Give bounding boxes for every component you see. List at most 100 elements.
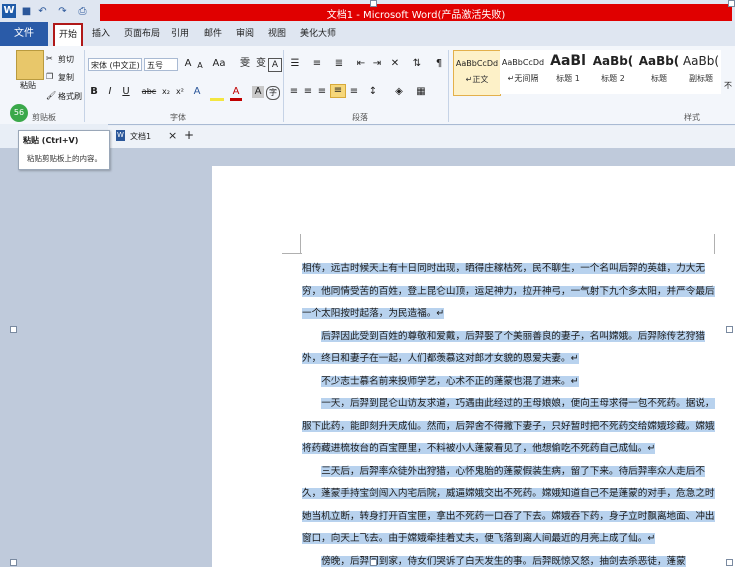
- bold-button[interactable]: B: [88, 86, 100, 98]
- font-name-select[interactable]: 宋体 (中文正): [88, 58, 142, 71]
- bullets-icon[interactable]: ☰: [288, 58, 302, 70]
- crop-mark: [300, 234, 301, 254]
- style-name: 标题: [651, 74, 667, 83]
- multilevel-list-icon[interactable]: ≣: [332, 58, 346, 70]
- sort-icon[interactable]: ⇅: [410, 58, 424, 70]
- paragraph-group-label: 段落: [352, 113, 368, 122]
- style-sample: AaBb(: [682, 54, 720, 68]
- undo-icon[interactable]: ↶: [36, 5, 49, 18]
- copy-icon[interactable]: ❐: [46, 72, 53, 81]
- style-title[interactable]: AaBb( 标题: [636, 50, 682, 94]
- line-spacing-icon[interactable]: ↕: [366, 86, 380, 98]
- font-color-button[interactable]: A: [230, 86, 242, 101]
- italic-button[interactable]: I: [104, 86, 116, 98]
- char-border-icon[interactable]: 变: [254, 58, 268, 70]
- tab-view[interactable]: 视图: [268, 22, 286, 46]
- style-no-spacing[interactable]: AaBbCcDd ↵无间隔: [500, 50, 546, 94]
- style-sample: AaBbCcDd: [501, 58, 545, 67]
- align-right-icon[interactable]: ≡: [316, 86, 328, 98]
- style-name: 标题 2: [601, 74, 625, 83]
- cut-button[interactable]: 剪切: [58, 54, 74, 65]
- decrease-indent-icon[interactable]: ⇤: [354, 58, 368, 70]
- cut-icon[interactable]: ✂: [46, 54, 53, 63]
- style-name: 副标题: [689, 74, 713, 83]
- subscript-button[interactable]: x₂: [160, 86, 172, 98]
- window-title: 文档1 - Microsoft Word(产品激活失败): [326, 10, 506, 21]
- save-icon[interactable]: ■: [20, 5, 33, 18]
- shading-icon[interactable]: ◈: [392, 86, 406, 98]
- paragraph[interactable]: 相传，远古时候天上有十日同时出现，晒得庄稼枯死，民不聊生，一个名叫后羿的英雄，力…: [302, 263, 715, 319]
- tab-references[interactable]: 引用: [171, 22, 189, 46]
- show-marks-icon[interactable]: ¶: [434, 58, 444, 70]
- paste-icon[interactable]: [16, 50, 44, 80]
- style-name: ↵正文: [465, 75, 489, 84]
- tab-beautify[interactable]: 美化大师: [300, 22, 336, 46]
- enclose-icon[interactable]: 字: [266, 86, 280, 100]
- close-tab-icon[interactable]: ×: [168, 129, 177, 142]
- document-body[interactable]: 相传，远古时候天上有十日同时出现，晒得庄稼枯死，民不聊生，一个名叫后羿的英雄，力…: [302, 258, 716, 567]
- format-painter-button[interactable]: 格式刷: [58, 91, 82, 102]
- copy-button[interactable]: 复制: [58, 72, 74, 83]
- group-divider: [448, 50, 449, 122]
- style-more[interactable]: 不: [724, 80, 732, 91]
- selection-handle[interactable]: [726, 326, 733, 333]
- tab-home[interactable]: 开始: [53, 23, 83, 48]
- group-divider: [84, 50, 85, 122]
- enclose-char-icon[interactable]: A: [268, 58, 282, 72]
- highlight-icon[interactable]: [210, 86, 224, 101]
- tab-review[interactable]: 审阅: [236, 22, 254, 46]
- selection-handle[interactable]: [370, 0, 377, 7]
- paragraph[interactable]: 三天后，后羿率众徒外出狩猎，心怀鬼胎的蓬蒙假装生病，留了下来。待后羿率众人走后不…: [302, 465, 715, 544]
- grow-font-button[interactable]: A: [182, 58, 194, 70]
- underline-button[interactable]: U: [120, 86, 132, 98]
- group-divider: [283, 50, 284, 122]
- selection-handle[interactable]: [10, 559, 17, 566]
- change-case-icon[interactable]: Aa: [212, 58, 226, 70]
- paragraph[interactable]: 后羿因此受到百姓的尊敬和爱戴，后羿娶了个美丽善良的妻子，名叫嫦娥。后羿除传艺狩猎…: [302, 330, 705, 364]
- style-heading-1[interactable]: AaBl 标题 1: [545, 50, 591, 94]
- superscript-button[interactable]: x²: [174, 86, 186, 98]
- ribbon-tab-row: [0, 22, 735, 47]
- tab-page-layout[interactable]: 页面布局: [124, 22, 160, 46]
- style-heading-2[interactable]: AaBb( 标题 2: [590, 50, 636, 94]
- shrink-font-button[interactable]: A: [195, 60, 205, 72]
- justify-icon[interactable]: ≡: [330, 84, 346, 98]
- style-sample: AaBbCcDd: [455, 59, 499, 68]
- style-subtitle[interactable]: AaBb( 副标题: [681, 50, 721, 94]
- redo-icon[interactable]: ↷: [56, 5, 69, 18]
- format-painter-icon[interactable]: 🖌: [46, 91, 56, 100]
- notification-badge: 56: [10, 104, 28, 122]
- strikethrough-button[interactable]: abc: [140, 86, 158, 98]
- tooltip-title: 粘贴 (Ctrl+V): [23, 136, 79, 145]
- align-left-icon[interactable]: ≡: [288, 86, 300, 98]
- document-tab[interactable]: 文档1: [130, 131, 151, 142]
- increase-indent-icon[interactable]: ⇥: [370, 58, 384, 70]
- selection-handle[interactable]: [370, 559, 377, 566]
- align-center-icon[interactable]: ≡: [302, 86, 314, 98]
- print-icon[interactable]: ⎙: [76, 5, 89, 18]
- paragraph[interactable]: 一天，后羿到昆仑山访友求道，巧遇由此经过的王母娘娘，便向王母求得一包不死药。据说…: [302, 398, 715, 454]
- style-sample: AaBb(: [638, 54, 680, 68]
- paragraph[interactable]: 不少志士慕名前来投师学艺，心术不正的蓬蒙也混了进来。↵: [321, 375, 579, 387]
- font-size-select[interactable]: 五号: [144, 58, 178, 71]
- tab-file[interactable]: 文件: [0, 22, 48, 46]
- selection-handle[interactable]: [10, 326, 17, 333]
- tab-mailings[interactable]: 邮件: [204, 22, 222, 46]
- borders-icon[interactable]: ▦: [414, 86, 428, 98]
- style-name: ↵无间隔: [507, 74, 539, 83]
- phonetic-guide-icon[interactable]: 雯: [238, 58, 252, 70]
- crop-mark: [282, 253, 302, 254]
- asian-layout-icon[interactable]: ✕: [388, 58, 402, 70]
- distributed-icon[interactable]: ≡: [348, 86, 360, 98]
- paste-button[interactable]: 粘贴: [20, 80, 36, 91]
- selection-handle[interactable]: [726, 559, 733, 566]
- add-tab-icon[interactable]: +: [184, 128, 194, 142]
- paste-tooltip: 粘贴 (Ctrl+V) 粘贴剪贴板上的内容。: [18, 130, 110, 170]
- style-normal[interactable]: AaBbCcDd ↵正文: [453, 50, 501, 96]
- style-sample: AaBb(: [592, 54, 634, 68]
- selection-handle[interactable]: [728, 0, 735, 7]
- numbering-icon[interactable]: ≡: [310, 58, 324, 70]
- tab-insert[interactable]: 插入: [92, 22, 110, 46]
- char-shading-icon[interactable]: A: [252, 86, 264, 98]
- text-effects-icon[interactable]: A: [190, 86, 204, 98]
